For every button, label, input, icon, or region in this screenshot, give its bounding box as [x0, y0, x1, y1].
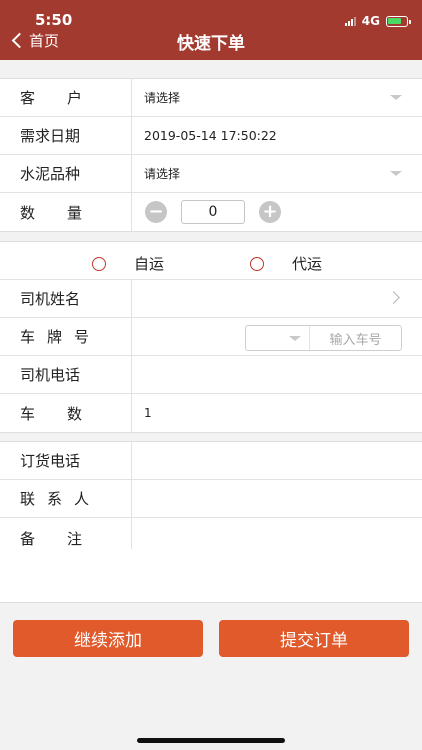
customer-value: 请选择 — [144, 91, 181, 105]
caret-down-icon — [390, 171, 402, 176]
transport-mode-row: 自运 代运 — [0, 242, 422, 280]
agent-transport-label: 代运 — [292, 255, 323, 273]
order-phone-label: 订货电话 — [0, 442, 132, 479]
date-label: 需求日期 — [0, 117, 132, 154]
driver-name-select[interactable] — [132, 280, 422, 317]
plate-input-group: 输入车号 — [245, 325, 402, 351]
customer-label: 客户 — [0, 79, 132, 116]
plus-button[interactable]: + — [259, 201, 281, 223]
plate-value: 输入车号 — [132, 318, 422, 355]
signal-icon — [344, 16, 356, 26]
caret-down-icon — [390, 95, 402, 100]
caret-down-icon — [289, 336, 301, 341]
quick-order-page: 5:50 4G 首页 快速下单 客户 请选择 需求日期 2019-05-14 1… — [0, 0, 422, 750]
nav-header: 5:50 4G 首页 快速下单 — [0, 0, 422, 60]
status-icons: 4G — [344, 14, 411, 28]
date-value: 2019-05-14 17:50:22 — [144, 128, 277, 143]
cement-type-row[interactable]: 水泥品种 请选择 — [0, 155, 422, 193]
minus-button[interactable]: − — [145, 201, 167, 223]
quantity-row: 数量 − 0 + — [0, 193, 422, 231]
order-phone-row[interactable]: 订货电话 — [0, 442, 422, 480]
plate-number-input[interactable]: 输入车号 — [310, 326, 401, 350]
remark-label: 备注 — [0, 518, 132, 549]
driver-phone-row[interactable]: 司机电话 — [0, 356, 422, 394]
quantity-label: 数量 — [0, 193, 132, 231]
date-row[interactable]: 需求日期 2019-05-14 17:50:22 — [0, 117, 422, 155]
quantity-input[interactable]: 0 — [181, 200, 245, 224]
quantity-stepper: − 0 + — [132, 193, 422, 231]
page-title: 快速下单 — [177, 34, 245, 54]
transport-section: 自运 代运 司机姓名 车牌号 输入车号 司机电话 车数 1 — [0, 241, 422, 433]
continue-add-button[interactable]: 继续添加 — [13, 620, 203, 657]
cement-type-value: 请选择 — [144, 167, 181, 181]
chevron-right-icon — [387, 291, 400, 304]
vehicle-count-label: 车数 — [0, 394, 132, 432]
plate-prefix-select[interactable] — [246, 326, 310, 350]
contact-person-row[interactable]: 联系人 — [0, 480, 422, 518]
contact-person-input[interactable] — [132, 480, 422, 517]
contact-section: 订货电话 联系人 备注 — [0, 441, 422, 603]
remark-row[interactable]: 备注 — [0, 518, 422, 602]
vehicle-count-input[interactable]: 1 — [132, 394, 422, 432]
battery-icon — [386, 15, 411, 27]
radio-icon — [92, 256, 106, 271]
driver-phone-label: 司机电话 — [0, 356, 132, 393]
plate-label: 车牌号 — [0, 318, 132, 355]
driver-name-label: 司机姓名 — [0, 280, 132, 317]
order-section: 客户 请选择 需求日期 2019-05-14 17:50:22 水泥品种 请选择… — [0, 78, 422, 232]
self-transport-label: 自运 — [134, 255, 165, 273]
contact-person-label: 联系人 — [0, 480, 132, 517]
submit-order-button[interactable]: 提交订单 — [219, 620, 409, 657]
action-bar: 继续添加 提交订单 — [0, 620, 422, 657]
order-phone-input[interactable] — [132, 442, 422, 479]
radio-icon — [250, 256, 264, 271]
network-label: 4G — [361, 14, 380, 28]
status-time: 5:50 — [35, 11, 73, 29]
agent-transport-option[interactable]: 代运 — [250, 253, 322, 274]
cement-type-select[interactable]: 请选择 — [132, 155, 422, 192]
driver-phone-input[interactable] — [132, 356, 422, 393]
date-field[interactable]: 2019-05-14 17:50:22 — [132, 117, 422, 154]
driver-name-row[interactable]: 司机姓名 — [0, 280, 422, 318]
customer-row[interactable]: 客户 请选择 — [0, 79, 422, 117]
vehicle-count-row[interactable]: 车数 1 — [0, 394, 422, 432]
vehicle-count-value: 1 — [144, 406, 152, 420]
home-indicator — [137, 738, 285, 743]
customer-select[interactable]: 请选择 — [132, 79, 422, 116]
cement-type-label: 水泥品种 — [0, 155, 132, 192]
plate-row: 车牌号 输入车号 — [0, 318, 422, 356]
self-transport-option[interactable]: 自运 — [92, 253, 164, 274]
